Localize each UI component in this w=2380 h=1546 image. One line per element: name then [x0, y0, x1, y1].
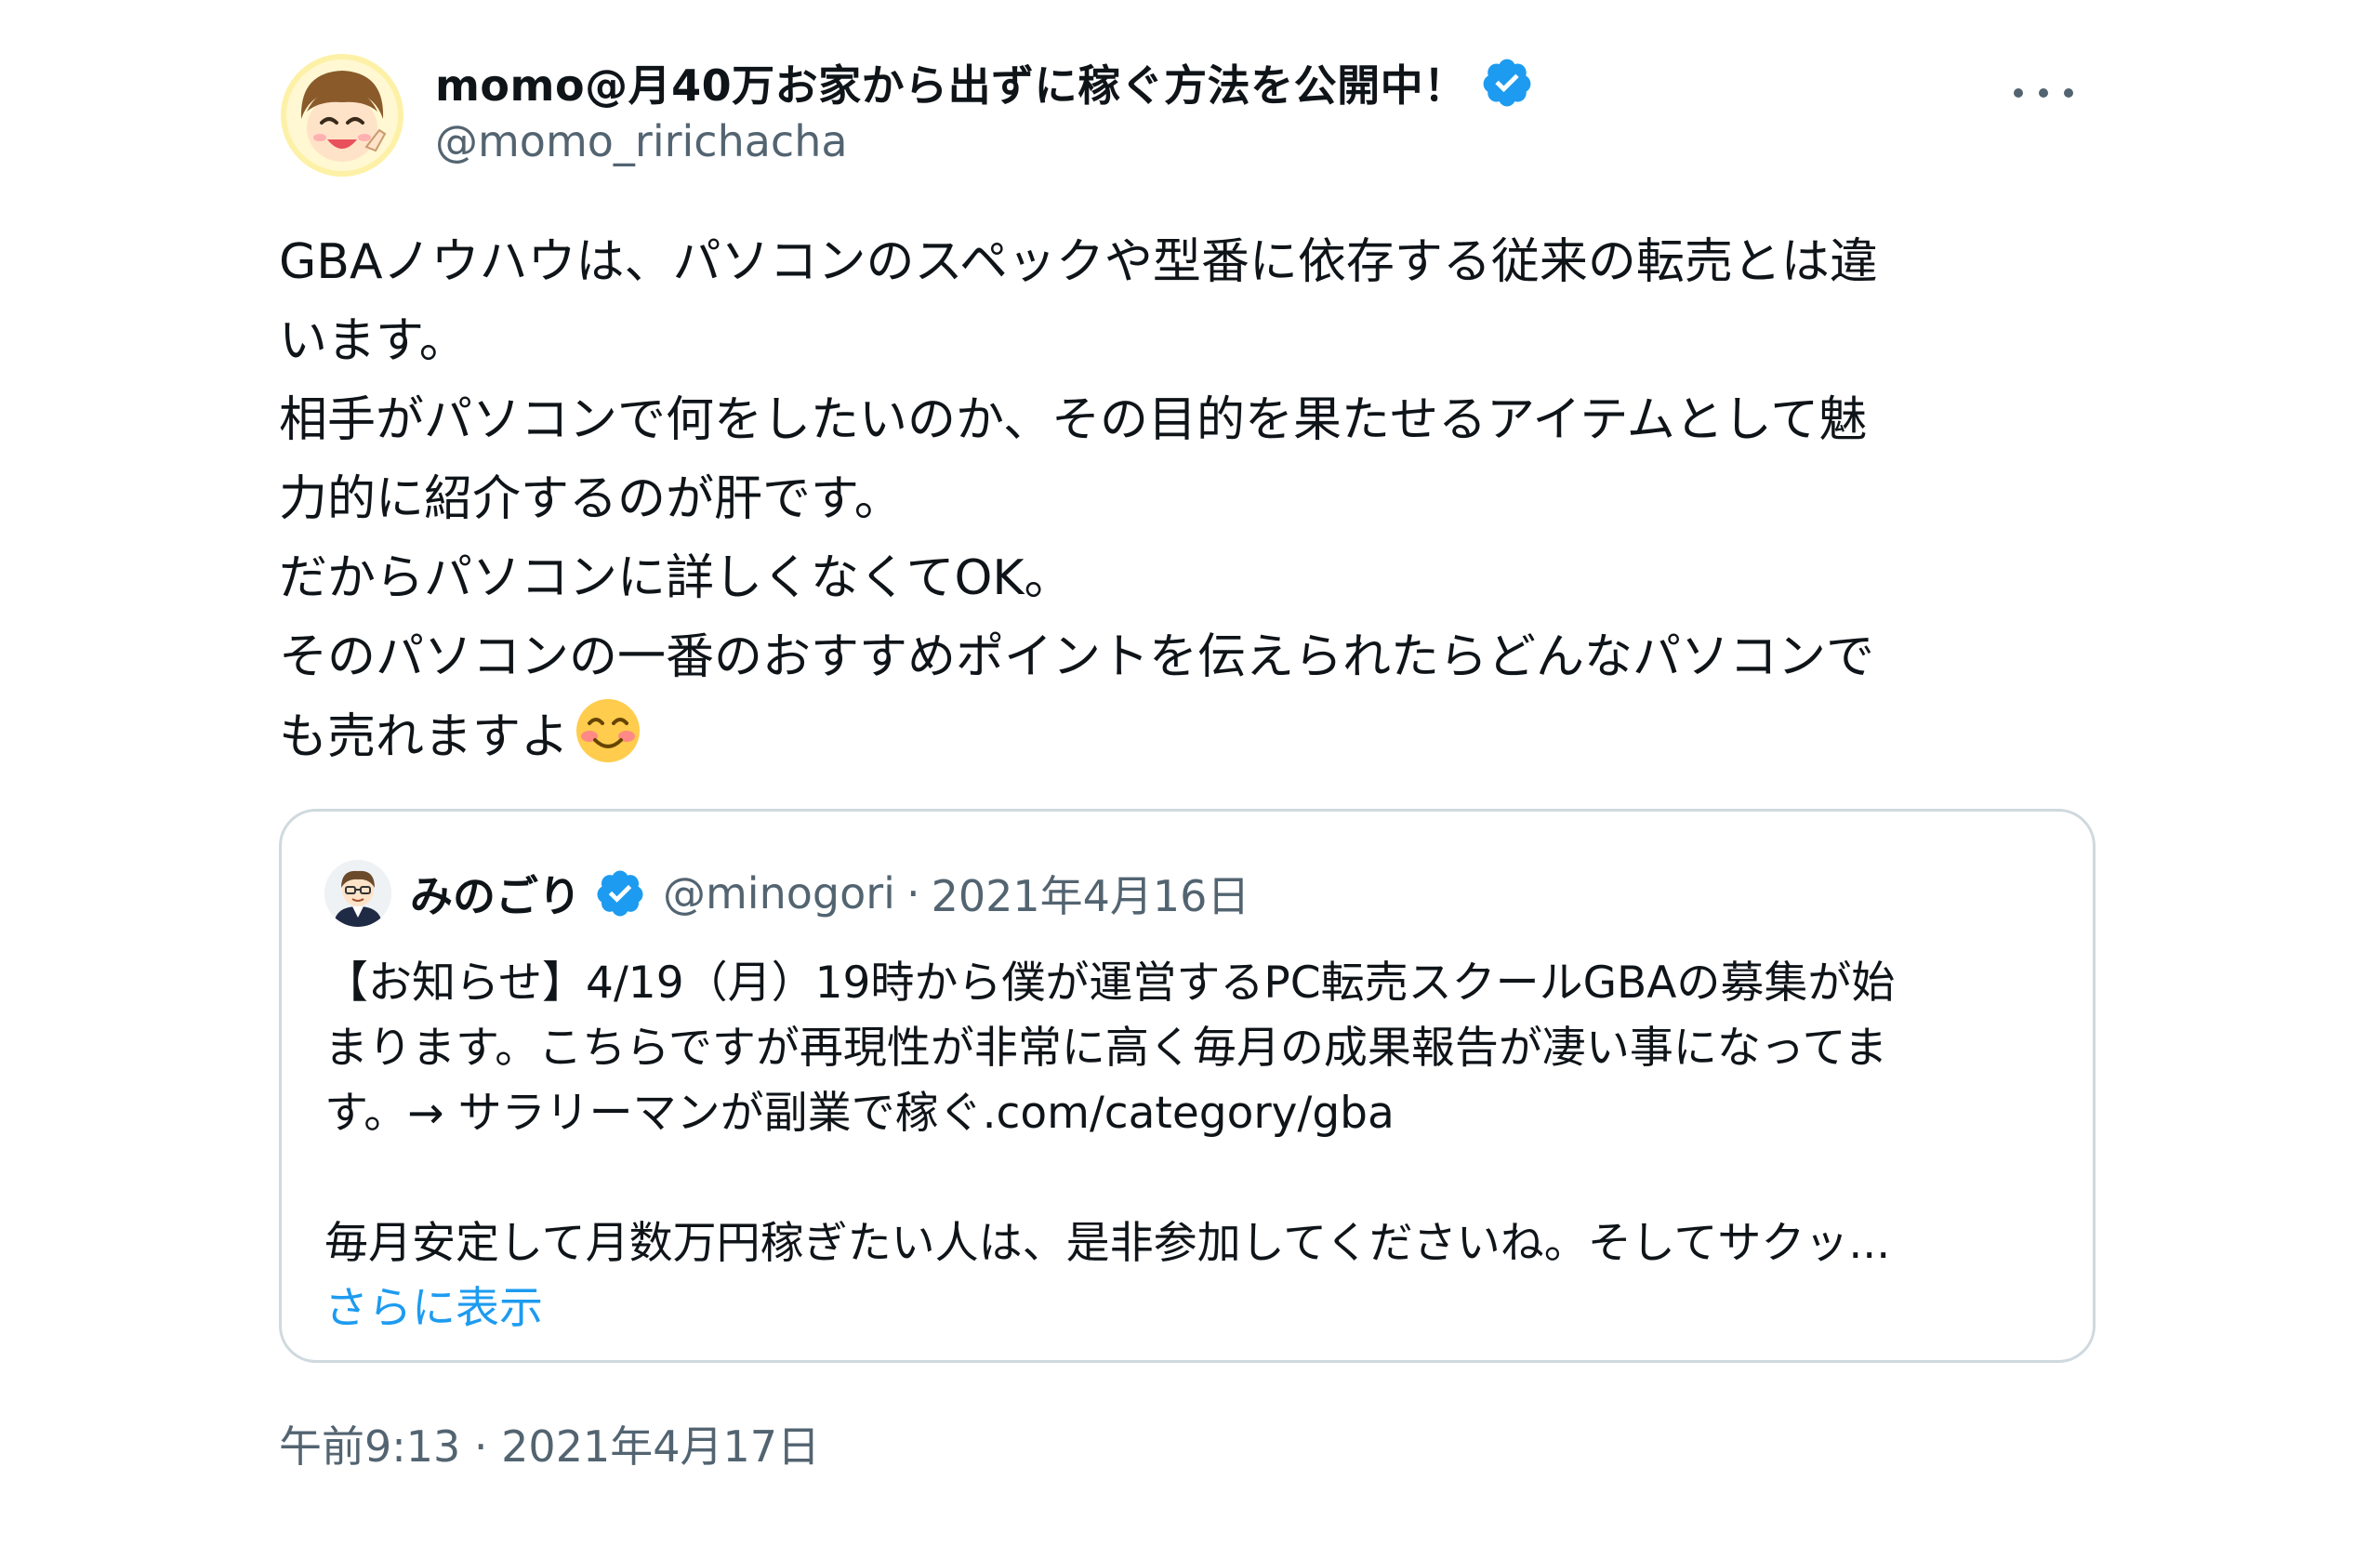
tweet-body-line: 相手がパソコンで何をしたいのか、その目的を果たせるアイテムとして魅	[279, 392, 1868, 448]
tweet-body-line: います。	[279, 313, 468, 369]
quoted-avatar-illustration	[324, 860, 391, 927]
avatar-illustration	[281, 54, 403, 177]
quoted-tweet-card[interactable]: みのごり @minogori · 2021年4月16日 【お知らせ】4/19（月…	[279, 809, 2096, 1363]
author-display-name[interactable]: momo@月40万お家から出ずに稼ぐ方法を公開中！	[435, 52, 1467, 113]
quoted-author-display-name: みのごり	[410, 871, 581, 921]
author-name-row: momo@月40万お家から出ずに稼ぐ方法を公開中！	[435, 50, 1534, 115]
tweet-body-line: そのパソコンの一番のおすすめポイントを伝えられたらどんなパソコンで	[279, 629, 1875, 685]
quoted-text-blank-line	[324, 1146, 2063, 1211]
tweet-timestamp[interactable]: 午前9:13 · 2021年4月17日	[279, 1413, 820, 1474]
quoted-tweet-text: 【お知らせ】4/19（月）19時から僕が運営するPC転売スクールGBAの募集が始…	[324, 951, 2063, 1341]
quoted-verified-badge-icon	[597, 870, 643, 917]
quoted-text-line: 毎月安定して月数万円稼ぎたい人は、是非参加してくださいね。そしてサクッ...	[324, 1218, 1891, 1269]
quoted-author-avatar	[324, 860, 391, 927]
tweet-body-line: だからパソコンに詳しくなくてOK。	[279, 550, 1073, 606]
tweet-body: GBAノウハウは、パソコンのスペックや型番に依存する従来の転売とは違 います。 …	[279, 223, 2101, 776]
author-avatar[interactable]	[281, 54, 403, 177]
quoted-tweet-header: みのごり @minogori · 2021年4月16日	[324, 854, 1250, 932]
show-more-link[interactable]: さらに表示	[324, 1276, 2063, 1341]
quoted-separator: ·	[906, 868, 920, 918]
tweet-body-line: 力的に紹介するのが肝です。	[279, 471, 903, 527]
quoted-author-handle: @minogori	[663, 868, 895, 918]
tweet: momo@月40万お家から出ずに稼ぐ方法を公開中！ @momo_ririchac…	[279, 37, 2101, 1543]
tweet-body-line: GBAノウハウは、パソコンのスペックや型番に依存する従来の転売とは違	[279, 234, 1878, 290]
smiling-face-emoji-icon	[576, 699, 641, 762]
quoted-text-line: まります。こちらですが再現性が非常に高く毎月の成果報告が凄い事になってま	[324, 1023, 1888, 1074]
verified-badge-icon	[1483, 59, 1530, 107]
quoted-text-line: す。→ サラリーマンが副業で稼ぐ.com/category/gba	[324, 1088, 1395, 1139]
tweet-body-line: も売れますよ	[279, 709, 570, 765]
author-handle[interactable]: @momo_ririchacha	[435, 116, 848, 166]
more-options-icon[interactable]	[2014, 74, 2073, 112]
quoted-text-line: 【お知らせ】4/19（月）19時から僕が運営するPC転売スクールGBAの募集が始	[324, 958, 1896, 1009]
tweet-body-last-line: も売れますよ	[279, 697, 2101, 776]
quoted-date: 2021年4月16日	[931, 871, 1250, 921]
